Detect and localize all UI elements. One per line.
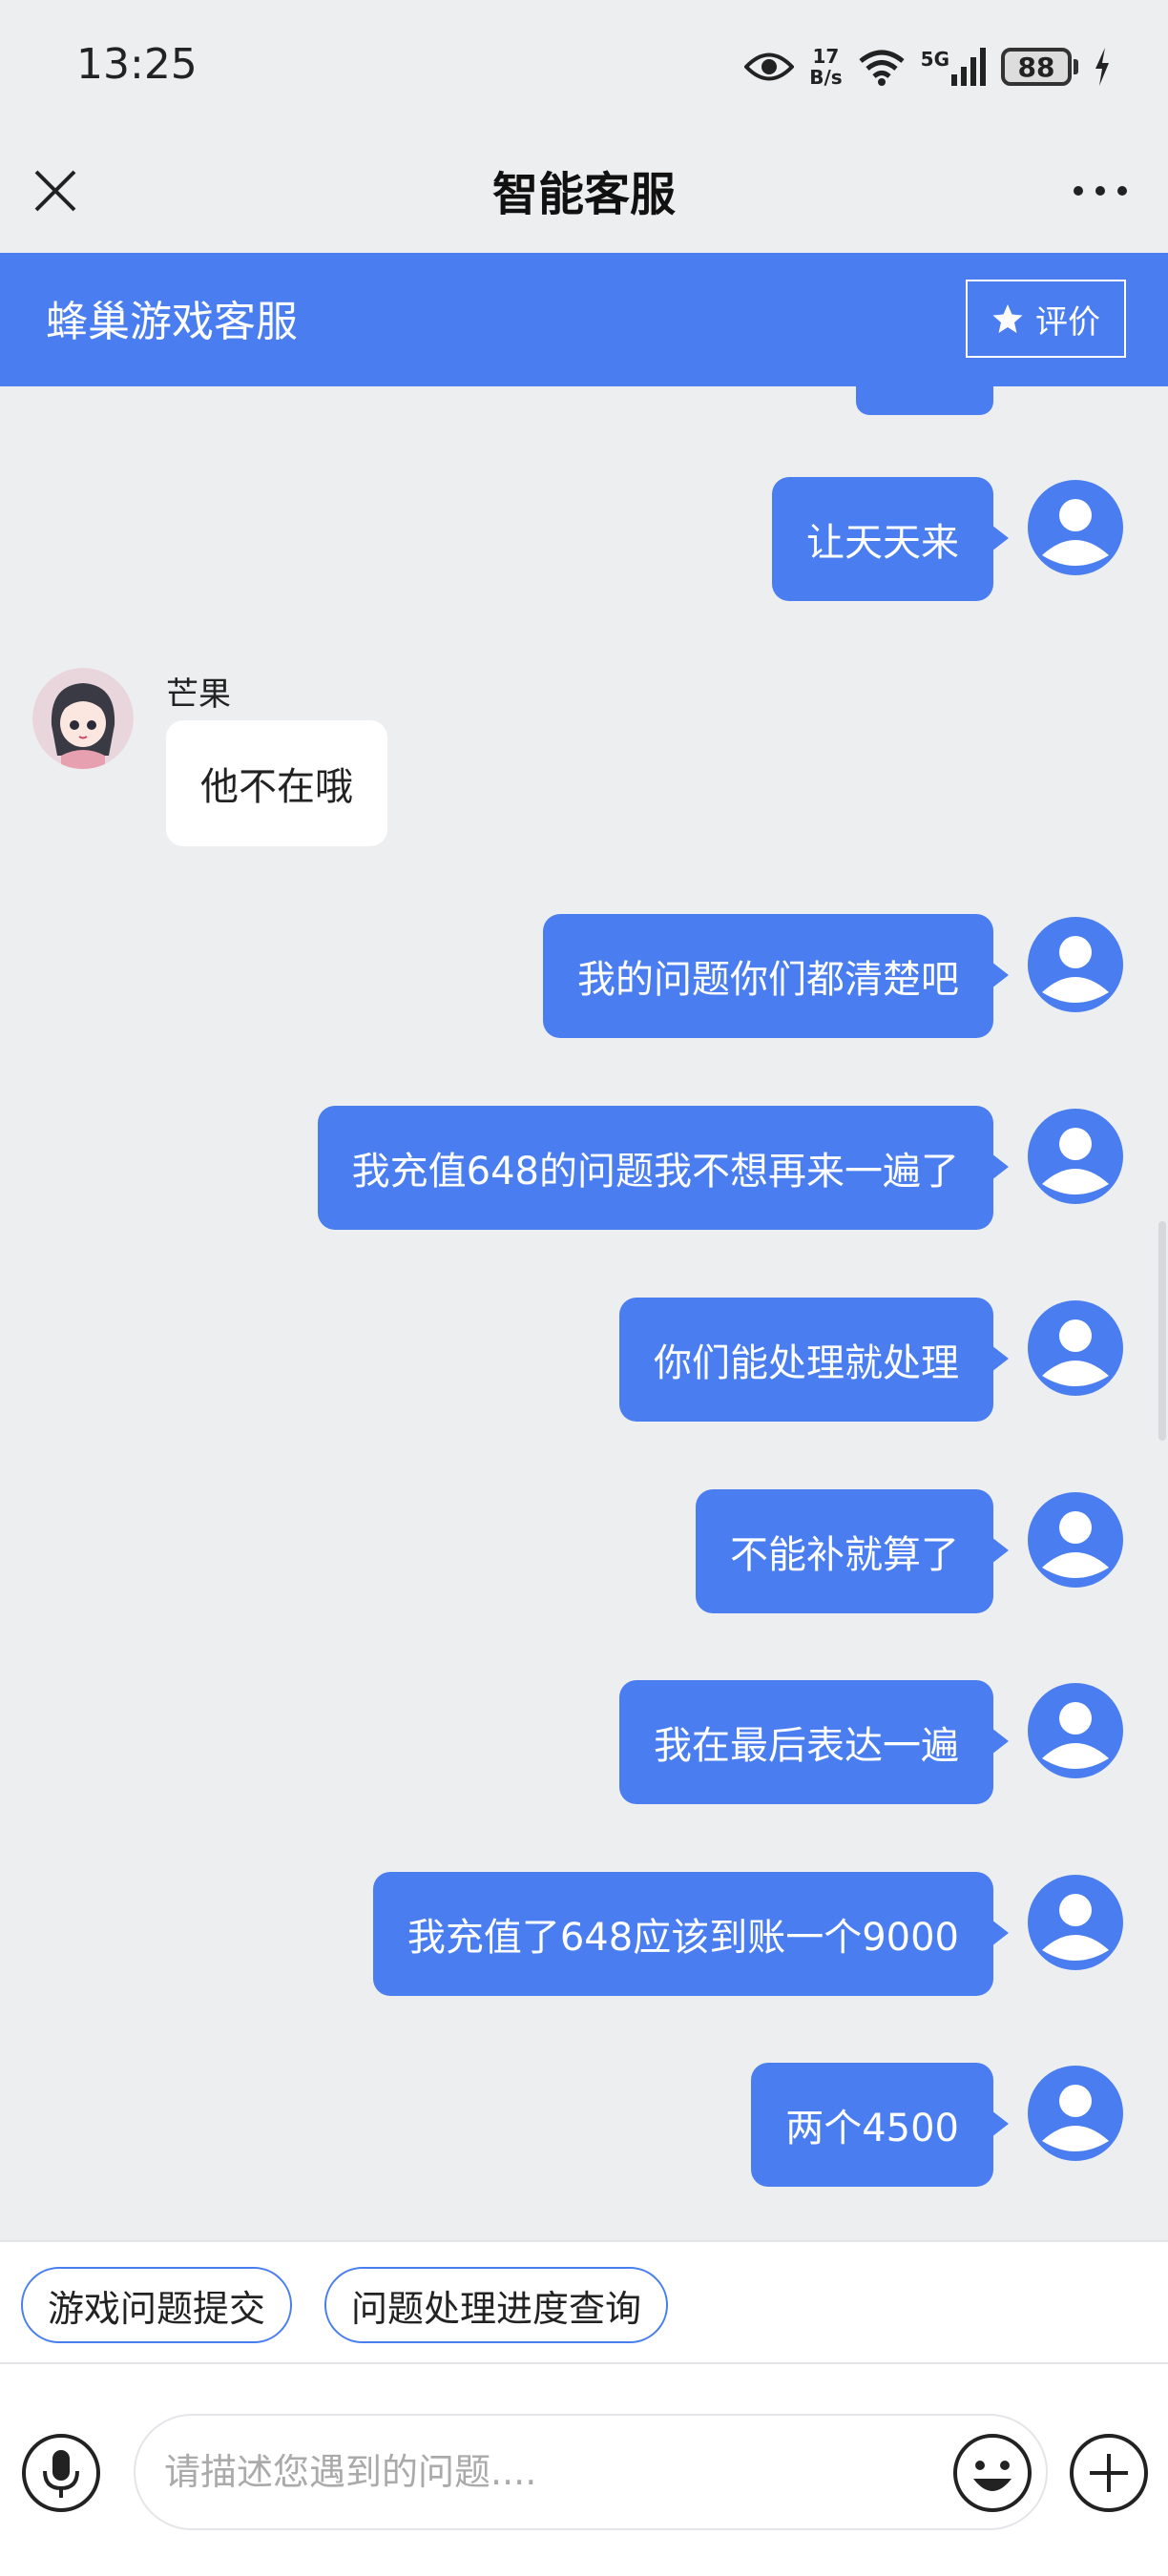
- message-bubble[interactable]: 我的问题你们都清楚吧: [543, 914, 1009, 1038]
- net-speed-value: 17: [812, 45, 840, 68]
- user-avatar-icon: [1028, 1875, 1123, 1970]
- more-options-icon[interactable]: [1067, 162, 1134, 219]
- user-avatar-icon: [1028, 917, 1123, 1012]
- message-bubble[interactable]: 他不在哦: [166, 720, 387, 846]
- message-user: 让天天来: [0, 477, 1168, 601]
- status-bar: 13:25 17 B/s 5G 88: [0, 0, 1168, 134]
- user-avatar-icon: [1028, 1683, 1123, 1778]
- charging-bolt-icon: [1095, 48, 1109, 86]
- user-avatar-icon: [1028, 1109, 1123, 1204]
- status-time: 13:25: [76, 40, 198, 89]
- message-agent: 芒果 他不在哦: [0, 668, 668, 859]
- message-bubble[interactable]: 我充值648的问题我不想再来一遍了: [317, 1106, 1010, 1230]
- microphone-icon[interactable]: [21, 2433, 101, 2513]
- wifi-icon: [859, 50, 905, 86]
- message-user: 我充值648的问题我不想再来一遍了: [0, 1106, 1168, 1230]
- plus-icon[interactable]: [1069, 2433, 1149, 2513]
- message-user: 不能补就算了: [0, 1489, 1168, 1613]
- net-speed: 17 B/s: [809, 46, 842, 88]
- rate-button[interactable]: 评价: [966, 280, 1126, 358]
- scrollbar[interactable]: [1158, 1221, 1166, 1441]
- message-user: 你们能处理就处理: [0, 1298, 1168, 1422]
- user-avatar-icon: [1028, 1300, 1123, 1396]
- signal-indicator: 5G: [921, 48, 986, 86]
- battery-indicator: 88: [1001, 48, 1078, 86]
- eye-icon: [744, 52, 795, 81]
- message-input[interactable]: [134, 2414, 1048, 2530]
- message-bubble[interactable]: 你们能处理就处理: [619, 1298, 1009, 1422]
- message-bubble[interactable]: 两个4500: [751, 2063, 1009, 2187]
- message-bubble[interactable]: 我充值了648应该到账一个9000: [372, 1872, 1010, 1996]
- quick-reply-game-issue[interactable]: 游戏问题提交: [21, 2267, 293, 2343]
- message-bubble[interactable]: 让天天来: [772, 477, 1009, 601]
- agent-avatar: [32, 668, 134, 769]
- quick-reply-progress-query[interactable]: 问题处理进度查询: [324, 2267, 669, 2343]
- input-bar: [0, 2364, 1168, 2576]
- user-avatar-icon: [1028, 1492, 1123, 1588]
- star-icon: [992, 304, 1023, 333]
- rate-button-label: 评价: [1035, 302, 1100, 342]
- message-user: 我的问题你们都清楚吧: [0, 914, 1168, 1038]
- title-bar: 智能客服: [0, 134, 1168, 253]
- message-user: 我充值了648应该到账一个9000: [0, 1872, 1168, 1996]
- message-bubble[interactable]: 我在最后表达一遍: [619, 1680, 1009, 1804]
- chat-area[interactable]: 让天天来 芒果 他不在哦 我的问题你们都清楚吧 我充值648的问题我不想再来一遍…: [0, 386, 1168, 2242]
- emoji-icon[interactable]: [952, 2433, 1032, 2513]
- net-speed-unit: B/s: [809, 66, 843, 89]
- message-user: 两个4500: [0, 2063, 1168, 2187]
- network-type: 5G: [920, 48, 949, 71]
- user-avatar-icon: [1028, 480, 1123, 575]
- agent-name: 芒果: [166, 675, 231, 714]
- message-bubble[interactable]: 不能补就算了: [696, 1489, 1009, 1613]
- service-header: 蜂巢游戏客服 评价: [0, 253, 1168, 386]
- quick-replies-bar: 游戏问题提交 问题处理进度查询: [0, 2240, 1168, 2364]
- user-avatar-icon: [1028, 2066, 1123, 2161]
- message-bubble-cutoff: [856, 386, 993, 415]
- signal-bars-icon: [951, 48, 986, 86]
- battery-level: 88: [1001, 48, 1072, 86]
- service-name: 蜂巢游戏客服: [46, 298, 298, 346]
- page-title: 智能客服: [491, 168, 676, 221]
- status-icons: 17 B/s 5G 88: [744, 38, 1111, 95]
- battery-tip: [1074, 59, 1078, 74]
- message-user: 我在最后表达一遍: [0, 1680, 1168, 1804]
